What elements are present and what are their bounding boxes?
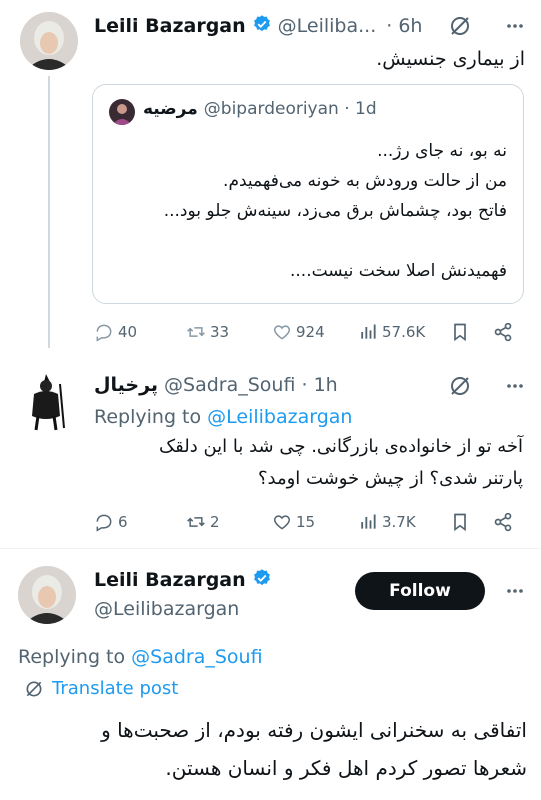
timestamp[interactable]: 6h [398, 15, 422, 37]
replying-to-handle-link[interactable]: @Sadra_Soufi [131, 646, 262, 668]
bookmark-icon[interactable] [450, 512, 470, 536]
retweet-count: 33 [210, 323, 230, 341]
author-name[interactable]: پرخیال [94, 374, 158, 396]
like-button[interactable]: 924 [272, 322, 325, 342]
reply-button[interactable]: 40 [94, 322, 137, 342]
replying-to-handle-link[interactable]: @Leilibazargan [207, 406, 352, 428]
reply-icon [96, 514, 112, 532]
retweet-button[interactable]: 33 [186, 322, 229, 342]
tweet-text-line-2: پارتنر شدی؟ از چیش خوشت اومد؟ [257, 468, 523, 489]
reply-count: 6 [118, 513, 128, 531]
reply-count: 40 [118, 323, 138, 341]
retweet-icon [187, 517, 205, 527]
avatar[interactable] [20, 370, 72, 432]
heart-icon [273, 325, 291, 340]
verified-badge-icon [252, 14, 272, 38]
more-options-icon[interactable] [505, 16, 525, 40]
reply-icon [96, 324, 112, 342]
follow-button[interactable]: Follow [355, 572, 485, 610]
replying-to-prefix: Replying to [18, 646, 132, 668]
share-icon[interactable] [493, 322, 513, 346]
tweet-text-line-1: آخه تو از خانواده‌ی بازرگانی. چی شد با ا… [159, 436, 523, 457]
tweet-text: از بیماری جنسیش. [376, 48, 525, 70]
avatar[interactable] [20, 12, 78, 70]
replying-to-prefix: Replying to [94, 406, 208, 428]
translate-icon [26, 681, 42, 696]
quote-text-line-2: من از حالت ورودش به خونه می‌فهمیدم. [223, 171, 507, 191]
like-count: 15 [296, 513, 316, 531]
more-options-icon[interactable] [505, 376, 525, 400]
retweet-icon [187, 327, 205, 337]
like-count: 924 [296, 323, 325, 341]
views-button[interactable]: 3.7K [358, 512, 416, 532]
quote-text-line-4: فهمیدنش اصلا سخت نیست.... [289, 261, 507, 281]
thread-line [48, 76, 50, 348]
quote-text-line-1: نه بو، نه جای رژ... [377, 141, 507, 161]
share-icon[interactable] [493, 512, 513, 536]
quoted-tweet-card[interactable]: مرضیه @bipardeoriyan · 1d نه بو، نه جای … [92, 84, 524, 304]
reply-button[interactable]: 6 [94, 512, 128, 532]
divider [0, 548, 541, 549]
author-handle[interactable]: @Sadra_Soufi · 1h [164, 374, 338, 396]
quote-author-name[interactable]: مرضیه [143, 99, 198, 119]
grok-icon[interactable] [448, 14, 472, 42]
avatar[interactable] [18, 566, 76, 624]
quote-avatar[interactable] [109, 99, 135, 125]
views-button[interactable]: 57.6K [358, 322, 425, 342]
replying-to: Replying to @Leilibazargan [94, 406, 352, 428]
author-name[interactable]: Leili Bazargan [94, 569, 246, 591]
translate-post-link[interactable]: Translate post [24, 678, 178, 699]
replying-to: Replying to @Sadra_Soufi [18, 646, 263, 668]
quote-author-handle[interactable]: @bipardeoriyan · 1d [204, 99, 377, 119]
author-handle[interactable]: @Leiliba... [278, 15, 377, 37]
retweet-button[interactable]: 2 [186, 512, 220, 532]
heart-icon [273, 515, 291, 530]
bookmark-icon[interactable] [450, 322, 470, 346]
retweet-count: 2 [210, 513, 220, 531]
analytics-icon [361, 514, 376, 529]
grok-icon[interactable] [448, 374, 472, 402]
tweet-text-line-1: اتفاقی به سخنرانی ایشون رفته بودم، از صح… [101, 718, 527, 742]
verified-badge-icon [252, 568, 272, 592]
translate-label: Translate post [52, 678, 179, 699]
views-count: 57.6K [382, 323, 426, 341]
like-button[interactable]: 15 [272, 512, 315, 532]
analytics-icon [361, 324, 376, 339]
more-options-icon[interactable] [505, 581, 525, 605]
author-handle[interactable]: @Leilibazargan [94, 598, 239, 620]
views-count: 3.7K [382, 513, 416, 531]
separator-dot: · [386, 15, 393, 37]
tweet-text-line-2: شعرها تصور کردم اهل فکر و انسان هستن. [165, 756, 527, 780]
author-name[interactable]: Leili Bazargan [94, 15, 246, 37]
quote-text-line-3: فاتح بود، چشماش برق می‌زد، سینه‌ش جلو بو… [163, 201, 507, 221]
